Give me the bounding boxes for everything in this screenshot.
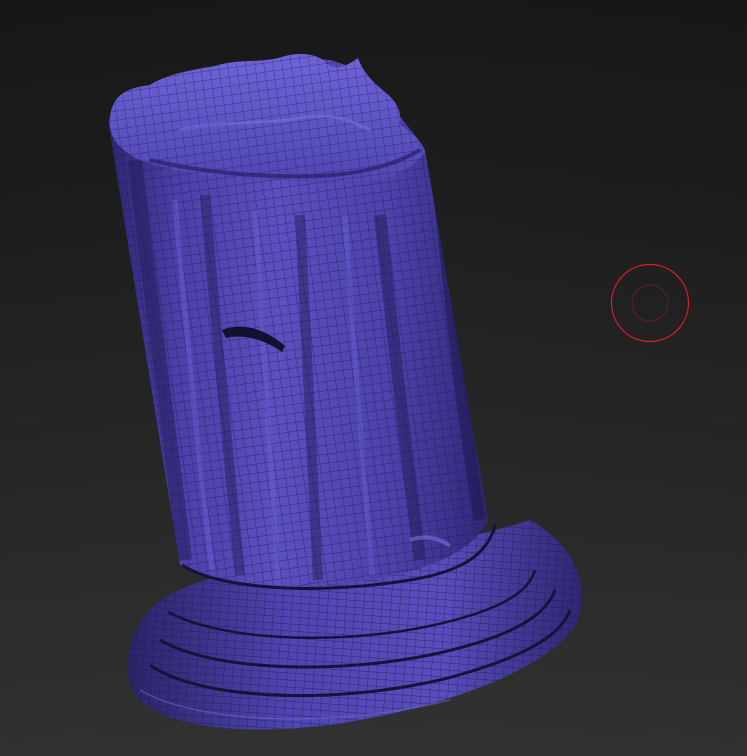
column-broken-top[interactable] bbox=[109, 54, 425, 183]
model-canvas[interactable] bbox=[0, 0, 747, 756]
brush-cursor bbox=[610, 263, 690, 343]
sculpt-viewport[interactable] bbox=[0, 0, 747, 756]
